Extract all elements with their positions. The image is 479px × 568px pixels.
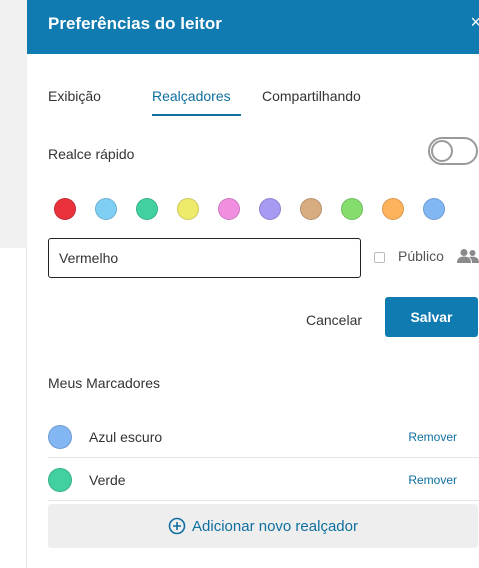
highlighter-color-dot xyxy=(48,468,72,492)
reader-preferences-panel: Preferências do leitor × Exibição Realça… xyxy=(27,0,479,568)
color-swatch-light-blue[interactable] xyxy=(95,198,117,220)
active-tab-indicator xyxy=(152,114,241,116)
row-divider xyxy=(48,500,479,501)
highlighter-name-input[interactable] xyxy=(48,238,361,278)
panel-header: Preferências do leitor × xyxy=(27,0,479,54)
highlighter-row: Verde Remover xyxy=(48,461,479,499)
highlighter-color-dot xyxy=(48,425,72,449)
my-highlighters-title: Meus Marcadores xyxy=(48,375,161,391)
toggle-knob xyxy=(431,140,453,162)
color-swatch-green[interactable] xyxy=(136,198,158,220)
quick-highlight-label: Realce rápido xyxy=(48,146,135,162)
tab-exibicao[interactable]: Exibição xyxy=(48,88,101,104)
color-swatch-tan[interactable] xyxy=(300,198,322,220)
quick-highlight-toggle[interactable] xyxy=(428,137,478,165)
tab-compartilhando[interactable]: Compartilhando xyxy=(262,88,361,104)
public-label: Público xyxy=(398,248,444,264)
remove-link[interactable]: Remover xyxy=(408,473,457,487)
color-swatch-pink[interactable] xyxy=(218,198,240,220)
color-swatch-lime[interactable] xyxy=(341,198,363,220)
plus-circle-icon xyxy=(168,517,186,535)
add-highlighter-label: Adicionar novo realçador xyxy=(192,517,358,535)
highlighter-name: Azul escuro xyxy=(89,429,163,445)
close-icon[interactable]: × xyxy=(470,12,479,33)
color-swatch-orange[interactable] xyxy=(382,198,404,220)
tab-realcadores[interactable]: Realçadores xyxy=(152,88,231,104)
public-checkbox[interactable] xyxy=(374,252,385,263)
color-swatch-yellow[interactable] xyxy=(177,198,199,220)
save-button[interactable]: Salvar xyxy=(385,297,478,337)
row-divider xyxy=(48,457,479,458)
panel-title: Preferências do leitor xyxy=(48,14,222,33)
color-swatch-blue[interactable] xyxy=(423,198,445,220)
add-highlighter-button[interactable]: Adicionar novo realçador xyxy=(48,504,478,548)
background-pane-lower xyxy=(0,248,27,568)
color-swatch-purple[interactable] xyxy=(259,198,281,220)
remove-link[interactable]: Remover xyxy=(408,430,457,444)
people-icon xyxy=(457,249,479,263)
background-pane xyxy=(0,0,27,248)
color-swatch-red[interactable] xyxy=(54,198,76,220)
highlighter-row: Azul escuro Remover xyxy=(48,418,479,456)
highlighter-name: Verde xyxy=(89,472,126,488)
cancel-button[interactable]: Cancelar xyxy=(289,300,379,340)
